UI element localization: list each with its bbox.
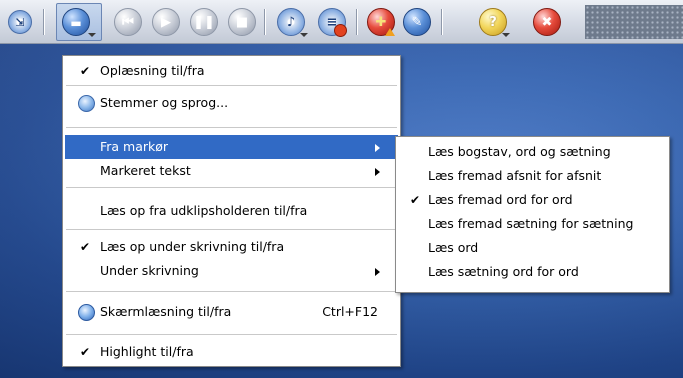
submenu-item[interactable]: Læs sætning ord for ord: [398, 260, 667, 284]
toolbar-separator: [43, 9, 45, 35]
screen-reading-icon: [78, 304, 95, 321]
speech-dropdown-icon[interactable]: ▬: [62, 8, 90, 36]
chevron-right-icon: [375, 144, 380, 152]
menu-separator: [66, 229, 397, 230]
submenu-item-label: Læs sætning ord for ord: [428, 264, 579, 279]
menu-item-screen-reading[interactable]: Skærmlæsning til/fra Ctrl+F12: [65, 300, 398, 324]
toolbar-separator: [356, 9, 358, 35]
submenu-item[interactable]: Læs fremad afsnit for afsnit: [398, 164, 667, 188]
settings-icon[interactable]: ✎: [403, 8, 431, 36]
menu-item-highlight[interactable]: ✔ Highlight til/fra: [65, 340, 398, 364]
menu-item-label: Highlight til/fra: [100, 344, 194, 359]
check-icon: ✔: [79, 345, 91, 359]
menu-item-label: Under skrivning: [100, 263, 199, 278]
menu-item-clipboard[interactable]: Læs op fra udklipsholderen til/fra: [65, 199, 398, 223]
speech-menu: ✔ Oplæsning til/fra Stemmer og sprog... …: [62, 55, 401, 367]
stop-icon[interactable]: ■: [228, 8, 256, 36]
submenu-item[interactable]: Læs fremad sætning for sætning: [398, 212, 667, 236]
toolbar-grip[interactable]: [585, 5, 683, 39]
menu-item-toggle-reading[interactable]: ✔ Oplæsning til/fra: [65, 59, 398, 83]
menu-item-label: Læs op fra udklipsholderen til/fra: [100, 203, 308, 218]
menu-item-label: Skærmlæsning til/fra: [100, 304, 232, 319]
pause-icon[interactable]: ❚❚: [190, 8, 218, 36]
menu-item-from-cursor[interactable]: Fra markør: [65, 135, 398, 159]
menu-item-shortcut: Ctrl+F12: [322, 304, 378, 319]
menu-item-label: Stemmer og sprog...: [100, 95, 229, 110]
record-icon[interactable]: ≡: [318, 8, 347, 37]
menu-separator: [66, 291, 397, 292]
submenu-item-label: Læs bogstav, ord og sætning: [428, 144, 611, 159]
submenu-item[interactable]: Læs ord: [398, 236, 667, 260]
toolbar: ⇲ ▬ ⏮ ▶ ❚❚ ■ ♪ ≡ ✚ ✎ ? ✖: [0, 0, 683, 44]
help-icon[interactable]: ?: [479, 8, 507, 36]
submenu-item[interactable]: Læs bogstav, ord og sætning: [398, 140, 667, 164]
record-badge-icon: [334, 24, 347, 37]
chevron-down-icon: [300, 33, 308, 37]
menu-item-label: Læs op under skrivning til/fra: [100, 239, 285, 254]
check-icon: ✔: [79, 64, 91, 78]
menu-item-label: Markeret tekst: [100, 163, 191, 178]
check-icon: ✔: [79, 240, 91, 254]
submenu-item-label: Læs fremad ord for ord: [428, 192, 573, 207]
restore-icon[interactable]: ⇲: [8, 10, 32, 34]
menu-item-label: Oplæsning til/fra: [100, 63, 205, 78]
close-icon[interactable]: ✖: [533, 8, 561, 36]
submenu-item-label: Læs fremad afsnit for afsnit: [428, 168, 602, 183]
submenu-item-label: Læs fremad sætning for sætning: [428, 216, 634, 231]
toolbar-separator: [264, 9, 266, 35]
check-icon: ✔: [409, 193, 421, 207]
menu-item-voices[interactable]: Stemmer og sprog...: [65, 91, 398, 115]
submenu-item-label: Læs ord: [428, 240, 479, 255]
from-cursor-submenu: Læs bogstav, ord og sætning Læs fremad a…: [395, 136, 670, 293]
voices-icon: [78, 95, 95, 112]
menu-item-selected-text[interactable]: Markeret tekst: [65, 159, 398, 183]
toolbar-separator: [441, 9, 443, 35]
chevron-right-icon: [375, 268, 380, 276]
chevron-down-icon: [502, 33, 510, 37]
chevron-right-icon: [375, 168, 380, 176]
menu-separator: [66, 334, 397, 335]
menu-item-label: Fra markør: [100, 139, 169, 154]
menu-item-while-typing[interactable]: Under skrivning: [65, 259, 398, 283]
chevron-down-icon: [88, 33, 96, 37]
menu-separator: [66, 127, 397, 128]
menu-separator: [66, 187, 397, 188]
submenu-item[interactable]: ✔ Læs fremad ord for ord: [398, 188, 667, 212]
previous-icon[interactable]: ⏮: [114, 8, 142, 36]
menu-item-while-typing-toggle[interactable]: ✔ Læs op under skrivning til/fra: [65, 235, 398, 259]
warning-triangle-icon: [385, 28, 395, 36]
audio-file-icon[interactable]: ♪: [277, 8, 305, 36]
menu-separator: [66, 85, 397, 86]
play-icon[interactable]: ▶: [152, 8, 180, 36]
